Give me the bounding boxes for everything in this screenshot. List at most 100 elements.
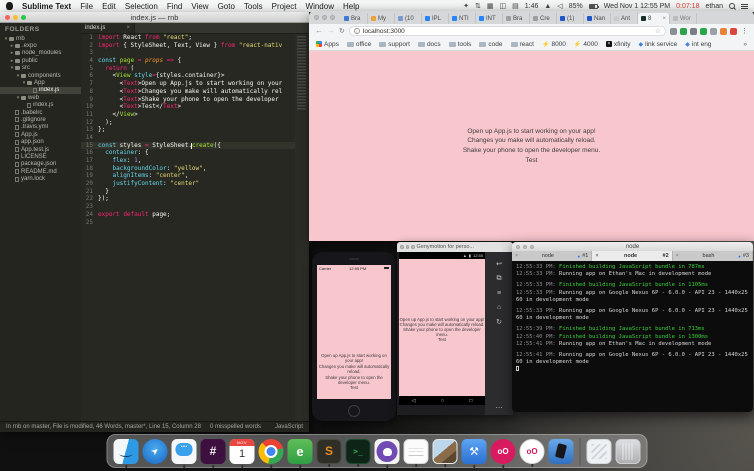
textedit-dock-icon[interactable]	[404, 439, 429, 464]
reload-icon[interactable]: ↻	[339, 28, 345, 35]
android-screen[interactable]: ▲ ▮ 12:55 Open up App.js to start workin…	[399, 252, 485, 405]
iphone-screen[interactable]: Carrier 12:55 PM Open up App.js to start…	[317, 265, 391, 399]
terminal-output[interactable]: 12:55:33 PM: Finished building JavaScrip…	[512, 261, 753, 412]
battery-icon[interactable]	[589, 4, 598, 9]
extension-icon-7[interactable]	[730, 28, 737, 35]
tree-item-node-modules[interactable]: ▸node_modules	[0, 50, 81, 57]
bookmark-int-eng[interactable]: ◆int eng	[685, 41, 711, 48]
terminal-tab-3[interactable]: ×bash●#3	[673, 251, 753, 261]
bookmark-xfinity[interactable]: ×xfinity	[606, 41, 631, 48]
back-icon[interactable]: ◁	[412, 398, 416, 404]
tree-item-app[interactable]: ▾App	[0, 79, 81, 86]
menu-item-help[interactable]: Help	[343, 2, 359, 11]
bookmark-link-service[interactable]: ◆link service	[639, 41, 678, 48]
browser-tab-cre[interactable]: Cre	[530, 13, 557, 24]
spark-mail-dock-icon[interactable]	[143, 439, 168, 464]
battery-time[interactable]: 1:46	[525, 3, 539, 10]
updown-icon[interactable]: ⇅	[475, 3, 481, 10]
menu-icon[interactable]: ≡	[497, 290, 501, 297]
home-icon[interactable]: ○	[441, 398, 444, 404]
tree-item-public[interactable]: ▸public	[0, 57, 81, 64]
minimize-button[interactable]	[322, 15, 327, 20]
downloads-dock-icon[interactable]	[587, 439, 612, 464]
genymotion-title-bar[interactable]: Genymotion for perso...	[397, 242, 513, 252]
wifi-icon[interactable]: ▲	[544, 3, 551, 10]
back-icon[interactable]: ←	[315, 27, 323, 35]
zoom-button[interactable]	[411, 245, 415, 249]
bookmark-code[interactable]: code	[479, 41, 502, 48]
tree-item-index-js[interactable]: index.js	[0, 87, 81, 94]
browser-tab-nan[interactable]: Nan	[584, 13, 611, 24]
grid-icon[interactable]: ▦	[487, 3, 494, 10]
extension-icon-5[interactable]	[710, 28, 717, 35]
tree-item-components[interactable]: ▾components	[0, 72, 81, 79]
genymotion-dock-icon[interactable]	[491, 439, 516, 464]
syntax-selector[interactable]: JavaScript	[275, 424, 303, 430]
minimize-button[interactable]	[523, 245, 527, 249]
tab-close-icon[interactable]: ×	[126, 25, 130, 31]
close-button[interactable]	[400, 245, 404, 249]
menu-item-edit[interactable]: Edit	[102, 2, 116, 11]
extension-icon-1[interactable]	[670, 28, 677, 35]
menu-item-project[interactable]: Project	[272, 2, 297, 11]
chrome-menu-icon[interactable]: ⋮	[741, 27, 748, 35]
trash-dock-icon[interactable]	[616, 439, 641, 464]
battery-percent[interactable]: 85%	[569, 3, 583, 10]
tree-item-index-js[interactable]: index.js	[0, 102, 81, 109]
tree-item--gitignore[interactable]: .gitignore	[0, 116, 81, 123]
bookmarks-overflow-icon[interactable]: »	[743, 41, 747, 48]
bookmark-docs[interactable]: docs	[418, 41, 441, 48]
extension-icon-4[interactable]	[700, 28, 707, 35]
browser-tab-10[interactable]: (10	[395, 13, 422, 24]
extension-icon-3[interactable]	[690, 28, 697, 35]
browser-tab-my[interactable]: My	[368, 13, 395, 24]
terminal-tab-1[interactable]: ×node●#1	[512, 251, 592, 261]
menu-clock[interactable]: Wed Nov 1 12:55 PM	[604, 3, 670, 10]
spotlight-icon[interactable]	[729, 3, 735, 9]
tree-item-license[interactable]: LICENSE	[0, 153, 81, 160]
browser-tab-nti[interactable]: NTI	[449, 13, 476, 24]
browser-tab-8[interactable]: 8×	[638, 13, 670, 24]
menu-item-goto[interactable]: Goto	[218, 2, 235, 11]
bookmark-apps[interactable]: Apps	[316, 41, 339, 48]
close-button[interactable]	[516, 245, 520, 249]
notification-center-icon[interactable]	[741, 4, 748, 5]
code-editor[interactable]: import React from "react";import { Style…	[98, 34, 295, 226]
rows-icon[interactable]: ▤	[512, 3, 519, 10]
tree-item--expo[interactable]: ▸.expo	[0, 42, 81, 49]
user-menu[interactable]: ethan	[705, 3, 723, 10]
bookmark-4000[interactable]: ⚡4000	[574, 41, 598, 48]
browser-tab-ant[interactable]: Ant	[611, 13, 638, 24]
preview-dock-icon[interactable]	[433, 439, 458, 464]
browser-tab-ipl[interactable]: IPL	[422, 13, 449, 24]
bookmark-support[interactable]: support	[379, 41, 410, 48]
windows-icon[interactable]: ⧉	[497, 275, 502, 283]
tree-item-src[interactable]: ▾src	[0, 65, 81, 72]
menu-item-tools[interactable]: Tools	[244, 2, 263, 11]
rotate-back-icon[interactable]: ↩	[496, 260, 502, 268]
bookmark-8000[interactable]: ⚡8000	[542, 41, 566, 48]
xcode-dock-icon[interactable]	[462, 439, 487, 464]
menu-extra-icon[interactable]: ✦	[463, 3, 469, 10]
site-info-icon[interactable]: i	[354, 28, 360, 34]
tree-item-app-js[interactable]: App.js	[0, 131, 81, 138]
github-desktop-dock-icon[interactable]	[375, 439, 400, 464]
tree-item--babelrc[interactable]: .babelrc	[0, 109, 81, 116]
genymotion-player-dock-icon[interactable]	[520, 439, 545, 464]
more-icon[interactable]: ⋯	[496, 404, 503, 412]
tab-index-js[interactable]: index.js ×	[81, 23, 135, 33]
minimap[interactable]	[295, 34, 308, 421]
menu-item-window[interactable]: Window	[306, 2, 334, 11]
tab-close-icon[interactable]: ×	[676, 253, 679, 259]
home-button[interactable]	[348, 405, 360, 417]
menu-item-view[interactable]: View	[191, 2, 208, 11]
browser-tab-wor[interactable]: Wor	[670, 13, 697, 24]
device-app-dock-icon[interactable]	[549, 439, 574, 464]
tree-item-app-json[interactable]: app.json	[0, 138, 81, 145]
bookmark-tools[interactable]: tools	[449, 41, 472, 48]
tree-item--travis-yml[interactable]: .travis.yml	[0, 124, 81, 131]
apple-icon[interactable]	[6, 2, 13, 10]
screen-timer[interactable]: 0:07:18	[676, 3, 699, 10]
sublime-text-dock-icon[interactable]	[317, 439, 342, 464]
menu-item-find[interactable]: Find	[167, 2, 183, 11]
